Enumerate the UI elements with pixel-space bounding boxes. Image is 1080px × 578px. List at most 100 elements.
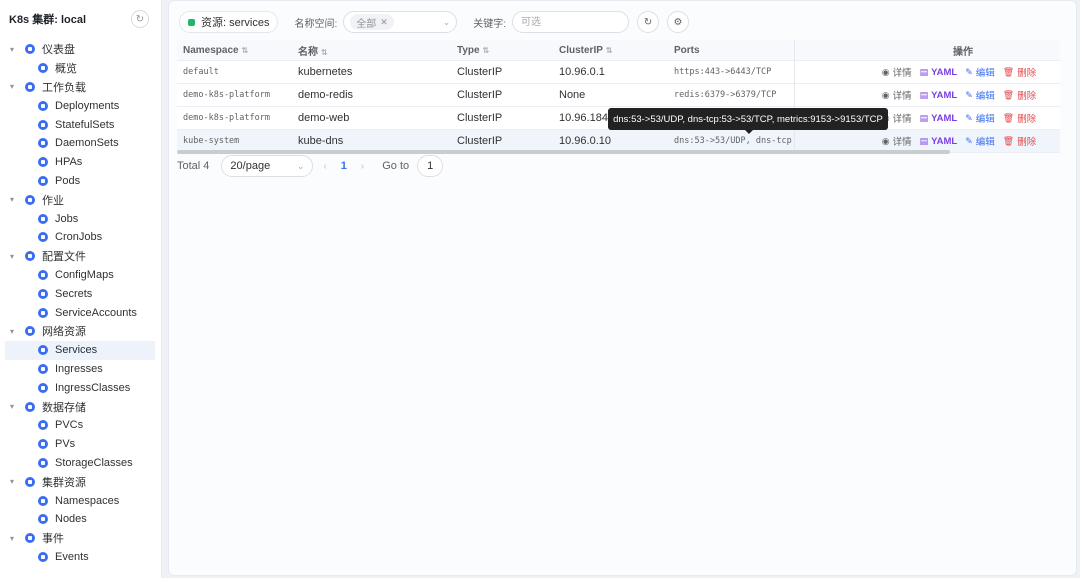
sidebar-item-ingresses[interactable]: Ingresses (5, 360, 155, 379)
sidebar-item-label: IngressClasses (55, 381, 131, 394)
configmaps-icon (38, 269, 48, 280)
sidebar-item-daemonsets[interactable]: DaemonSets (5, 134, 155, 153)
yaml-button[interactable]: ▤ YAML (920, 90, 958, 101)
sidebar-item-services[interactable]: Services (5, 340, 155, 360)
menu-group-cluster[interactable]: ▾ 集群资源 (5, 472, 155, 491)
header-actions: 操作 (953, 46, 973, 58)
detail-label: 详情 (892, 68, 912, 79)
header-clusterip[interactable]: ClusterIP ⇅ (553, 45, 668, 56)
pagination: Total 4 20/page ⌄ ‹ 1 › Go to 1 (177, 155, 444, 177)
cell-ports[interactable]: redis:6379->6379/TCP (668, 90, 830, 100)
sidebar-item-pods[interactable]: Pods (5, 172, 155, 191)
sidebar-item-namespaces[interactable]: Namespaces (5, 491, 155, 510)
header-label: ClusterIP (559, 44, 603, 56)
eye-icon: ◉ (881, 135, 890, 146)
chevron-down-icon: ⌄ (442, 16, 451, 27)
trash-icon: 🗑 (1002, 66, 1015, 77)
sidebar-item-pvs[interactable]: PVs (5, 435, 155, 454)
ingressclasses-icon (38, 382, 48, 393)
header-type[interactable]: Type ⇅ (451, 45, 553, 56)
keyword-input[interactable] (512, 11, 630, 33)
menu-group-jobs[interactable]: ▾ 作业 (5, 190, 155, 209)
sidebar-item-nodes[interactable]: Nodes (5, 510, 155, 529)
chevron-down-icon: ▾ (10, 251, 15, 261)
sidebar-item-secrets[interactable]: Secrets (5, 284, 155, 303)
sidebar-menu: ▾ 仪表盘 概览 ▾ 工作负载 Deployments StatefulSets D… (5, 40, 155, 566)
cell-ports[interactable]: dns:53->53/UDP, dns-tcp (668, 136, 830, 146)
namespace-select[interactable]: 全部 ✕ ⌄ (343, 11, 458, 33)
sidebar-item-ingressclasses[interactable]: IngressClasses (5, 378, 155, 397)
detail-button[interactable]: ◉详情 (882, 88, 912, 103)
menu-group-network[interactable]: ▾ 网络资源 (5, 322, 155, 341)
chevron-down-icon: ▾ (10, 533, 15, 543)
namespaces-icon (38, 495, 48, 506)
edit-button[interactable]: ✎ 编辑 (965, 111, 995, 126)
cell-ports[interactable]: https:443->6443/TCP (668, 67, 830, 77)
menu-group-dashboard[interactable]: ▾ 仪表盘 (5, 40, 155, 59)
page-size-select[interactable]: 20/page ⌄ (221, 155, 314, 177)
menu-group-config[interactable]: ▾ 配置文件 (5, 247, 155, 266)
delete-button[interactable]: 🗑 删除 (1003, 111, 1036, 126)
sidebar-item-hpas[interactable]: HPAs (5, 153, 155, 172)
edit-icon: ✎ (965, 66, 973, 77)
cell-namespace: demo-k8s-platform (183, 90, 270, 100)
detail-button[interactable]: ◉详情 (882, 65, 912, 80)
sidebar-item-jobs[interactable]: Jobs (5, 209, 155, 228)
sidebar-item-overview[interactable]: 概览 (5, 59, 155, 78)
cell-namespace: demo-k8s-platform (183, 113, 270, 123)
next-page-button[interactable]: › (361, 161, 364, 172)
deployments-icon (38, 100, 48, 111)
sidebar-item-serviceaccounts[interactable]: ServiceAccounts (5, 303, 155, 322)
menu-group-label: 工作负载 (42, 81, 86, 94)
pods-icon (38, 175, 48, 186)
sidebar-item-pvcs[interactable]: PVCs (5, 416, 155, 435)
yaml-button[interactable]: ▤ YAML (920, 67, 958, 78)
yaml-button[interactable]: ▤ YAML (920, 136, 958, 147)
cell-namespace: default (183, 67, 219, 77)
edit-button[interactable]: ✎ 编辑 (965, 88, 995, 103)
yaml-button[interactable]: ▤ YAML (920, 113, 958, 124)
menu-group-workloads[interactable]: ▾ 工作负载 (5, 78, 155, 97)
delete-button[interactable]: 🗑 删除 (1003, 88, 1037, 103)
header-name[interactable]: 名称 ⇅ (292, 43, 451, 58)
cell-actions: ◉详情 ▤YAML ✎编辑 🗑删除 (830, 134, 1060, 149)
sidebar-item-configmaps[interactable]: ConfigMaps (5, 266, 155, 285)
sidebar-item-label: Jobs (55, 212, 79, 225)
sidebar-item-events[interactable]: Events (5, 548, 155, 567)
trash-icon: 🗑 (1002, 135, 1015, 146)
menu-group-events[interactable]: ▾ 事件 (5, 529, 155, 548)
sidebar-item-cronjobs[interactable]: CronJobs (5, 228, 155, 247)
sidebar-item-label: Pods (55, 174, 81, 187)
close-icon[interactable]: ✕ (380, 17, 388, 28)
delete-button[interactable]: 🗑 删除 (1002, 65, 1036, 80)
hpas-icon (38, 157, 48, 168)
detail-button[interactable]: ◉详情 (881, 134, 912, 149)
horizontal-scrollbar[interactable] (177, 150, 950, 154)
refresh-cluster-button[interactable]: ↻ (131, 10, 149, 28)
prev-page-button[interactable]: ‹ (323, 161, 326, 172)
refresh-button[interactable]: ↻ (637, 11, 660, 33)
sidebar-item-deployments[interactable]: Deployments (5, 96, 155, 115)
header-namespace[interactable]: Namespace ⇅ (177, 45, 292, 56)
edit-label: 编辑 (975, 114, 995, 125)
sidebar-item-label: ConfigMaps (55, 268, 114, 281)
sidebar-item-storageclasses[interactable]: StorageClasses (5, 454, 155, 473)
delete-button[interactable]: 🗑 删除 (1002, 134, 1036, 149)
dashboard-icon (25, 44, 35, 55)
yaml-label: YAML (931, 135, 958, 147)
menu-group-storage[interactable]: ▾ 数据存储 (5, 397, 155, 416)
settings-button[interactable]: ⚙ (667, 11, 690, 33)
resource-label: 资源: services (201, 17, 270, 29)
goto-input[interactable]: 1 (417, 155, 444, 177)
sidebar-item-label: ServiceAccounts (55, 306, 137, 319)
sort-icon: ⇅ (605, 45, 613, 55)
pvcs-icon (38, 420, 48, 431)
edit-button[interactable]: ✎ 编辑 (965, 134, 995, 149)
edit-label: 编辑 (975, 137, 995, 148)
edit-button[interactable]: ✎ 编辑 (965, 65, 995, 80)
sidebar-item-statefulsets[interactable]: StatefulSets (5, 115, 155, 134)
cell-clusterip: 10.96.0.1 (559, 66, 605, 78)
page-number[interactable]: 1 (341, 160, 347, 172)
delete-label: 删除 (1017, 91, 1037, 102)
sidebar-item-label: Nodes (55, 513, 87, 526)
